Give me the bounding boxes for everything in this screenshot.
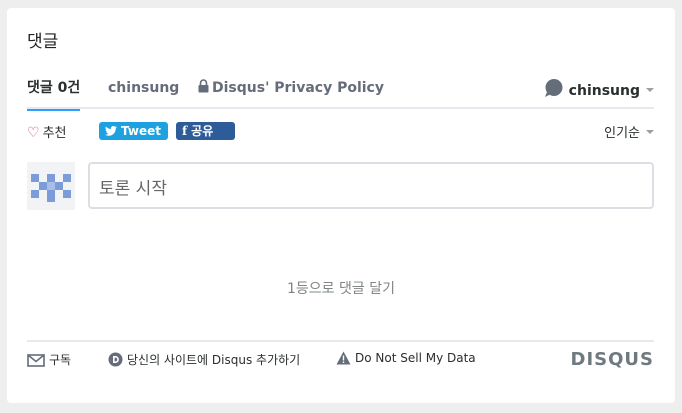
disqus-brand-logo[interactable]: DISQUS (571, 349, 654, 370)
sort-dropdown[interactable]: 인기순 (604, 122, 654, 141)
tab-privacy-policy[interactable]: Disqus' Privacy Policy (198, 78, 384, 109)
tweet-button[interactable]: Tweet (99, 122, 168, 140)
nav-bar: 댓글 0건 chinsung Disqus' Privacy Policy ch… (27, 78, 654, 111)
recommend-button[interactable]: ♡ 추천 (27, 122, 66, 141)
envelope-icon (27, 354, 45, 367)
disqus-comments-card: 댓글 댓글 0건 chinsung Disqus' Privacy Policy… (7, 8, 675, 403)
section-title: 댓글 (27, 32, 59, 52)
add-disqus-label: 당신의 사이트에 Disqus 추가하기 (127, 353, 301, 367)
speech-bubble-icon (544, 78, 564, 104)
warning-icon (336, 351, 351, 365)
tweet-label: Tweet (121, 124, 161, 138)
subscribe-label: 구독 (49, 353, 72, 367)
lock-icon (198, 79, 209, 99)
facebook-icon: f (182, 124, 188, 138)
tab-community[interactable]: chinsung (108, 78, 179, 109)
avatar-pattern (31, 174, 71, 202)
chevron-down-icon (646, 130, 654, 134)
heart-icon: ♡ (27, 125, 40, 141)
facebook-share-button[interactable]: f 공유 (176, 122, 235, 140)
subscribe-link[interactable]: 구독 (27, 351, 71, 368)
tab-comments[interactable]: 댓글 0건 (27, 78, 81, 111)
disqus-logo-icon (108, 352, 123, 367)
add-disqus-link[interactable]: 당신의 사이트에 Disqus 추가하기 (108, 351, 300, 368)
footer: 구독 당신의 사이트에 Disqus 추가하기 Do Not Sell My D… (27, 340, 654, 380)
privacy-tab-label: Disqus' Privacy Policy (212, 80, 384, 96)
twitter-icon (105, 122, 117, 140)
recommend-label: 추천 (42, 126, 67, 141)
facebook-share-label: 공유 (191, 124, 214, 138)
avatar[interactable] (27, 162, 75, 210)
actions-bar: ♡ 추천 Tweet f 공유 인기순 (27, 120, 654, 142)
user-name: chinsung (568, 83, 640, 99)
sort-label: 인기순 (604, 126, 640, 141)
comment-editor[interactable]: 토론 시작 (88, 162, 654, 209)
empty-state-message: 1등으로 댓글 달기 (287, 281, 395, 297)
do-not-sell-link[interactable]: Do Not Sell My Data (336, 351, 476, 365)
user-menu[interactable]: chinsung (544, 78, 654, 109)
chevron-down-icon (646, 88, 654, 92)
do-not-sell-label: Do Not Sell My Data (355, 351, 476, 365)
